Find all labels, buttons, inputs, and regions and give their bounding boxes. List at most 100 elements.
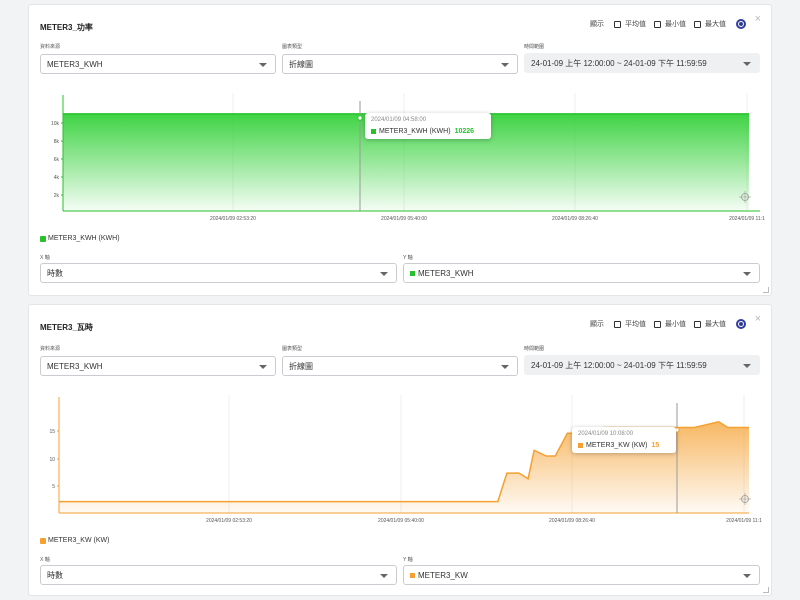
- chart-tooltip: 2024/01/09 10:08:00 METER3_KW (KW) 15: [572, 427, 676, 453]
- avg-label: 平均值: [625, 21, 646, 28]
- checkbox-icon[interactable]: [614, 320, 621, 328]
- x-tick-label: 2024/01/09 08:26:40: [549, 518, 595, 524]
- tooltip-swatch: [578, 443, 583, 448]
- panel-title: METER3_瓦時: [40, 323, 93, 332]
- chart-power[interactable]: 2k4k6k8k10k 2024/01/09 02:53:20 2024/01/0…: [29, 87, 773, 227]
- resize-handle[interactable]: [763, 587, 769, 593]
- source-value: METER3_KWH: [47, 361, 103, 371]
- x-tick-label: 2024/01/09 11:1: [729, 216, 765, 222]
- display-options: 顯示 平均值 最小值 最大值: [590, 319, 746, 329]
- checkbox-icon[interactable]: [654, 20, 661, 28]
- min-label: 最小值: [665, 21, 686, 28]
- legend-label: METER3_KW (KW): [48, 537, 110, 544]
- hover-point: [357, 115, 363, 121]
- legend-label: METER3_KWH (KWH): [48, 235, 120, 242]
- y-tick-label: 10k: [51, 121, 60, 127]
- chart-energy[interactable]: 5 10 15 2024/01/09 02:53:20 2024/01/09 05:4…: [29, 389, 773, 529]
- series-swatch: [410, 572, 415, 578]
- y-axis-value: METER3_KWH: [418, 268, 474, 278]
- max-checkbox[interactable]: 最大值: [694, 319, 726, 329]
- close-icon[interactable]: ×: [755, 14, 761, 25]
- avg-checkbox[interactable]: 平均值: [614, 319, 646, 329]
- x-axis-ticks: 2024/01/09 02:53:20 2024/01/09 05:40:00 20…: [206, 518, 762, 524]
- chevron-down-icon: [380, 272, 388, 276]
- chevron-down-icon: [259, 63, 267, 67]
- y-axis-select[interactable]: METER3_KW: [403, 565, 760, 585]
- checkbox-icon[interactable]: [614, 20, 621, 28]
- y-axis-value: METER3_KW: [418, 570, 468, 580]
- y-tick-label: 15: [49, 429, 55, 435]
- chevron-down-icon: [743, 272, 751, 276]
- checkbox-icon[interactable]: [694, 320, 701, 328]
- y-tick-label: 4k: [54, 175, 60, 181]
- range-label: 時間範圍: [524, 346, 545, 352]
- tooltip-time: 2024/01/09 10:08:00: [578, 431, 634, 437]
- gear-icon[interactable]: [736, 319, 746, 329]
- y-axis-label: Y 軸: [403, 557, 413, 563]
- min-checkbox[interactable]: 最小值: [654, 319, 686, 329]
- x-tick-label: 2024/01/09 05:40:00: [378, 518, 424, 524]
- series-swatch: [410, 270, 415, 276]
- display-label: 顯示: [590, 321, 604, 328]
- checkbox-icon[interactable]: [694, 20, 701, 28]
- tooltip-swatch: [371, 129, 376, 134]
- chevron-down-icon: [380, 574, 388, 578]
- y-axis-label: Y 軸: [403, 255, 413, 261]
- y-axis-ticks: 2k 4k 6k 8k 10k: [51, 121, 63, 199]
- min-checkbox[interactable]: 最小值: [654, 19, 686, 29]
- chevron-down-icon: [743, 62, 751, 66]
- y-axis-ticks: 5 10 15: [49, 429, 59, 490]
- max-label: 最大值: [705, 321, 726, 328]
- avg-checkbox[interactable]: 平均值: [614, 19, 646, 29]
- y-tick-label: 2k: [54, 193, 60, 199]
- x-tick-label: 2024/01/09 02:53:20: [206, 518, 252, 524]
- y-tick-label: 10: [49, 457, 55, 463]
- chart-type-select[interactable]: 折線圖: [282, 54, 518, 74]
- chart-type-value: 折線圖: [289, 361, 313, 371]
- time-range-picker[interactable]: 24-01-09 上午 12:00:00 ~ 24-01-09 下午 11:59…: [524, 53, 760, 73]
- max-checkbox[interactable]: 最大值: [694, 19, 726, 29]
- tooltip-time: 2024/01/09 04:58:00: [371, 117, 427, 123]
- min-label: 最小值: [665, 321, 686, 328]
- x-axis-select[interactable]: 時數: [40, 565, 397, 585]
- y-axis-select[interactable]: METER3_KWH: [403, 263, 760, 283]
- source-label: 資料來源: [40, 44, 61, 50]
- source-label: 資料來源: [40, 346, 61, 352]
- tooltip-value: 15: [651, 442, 660, 449]
- panel-energy: METER3_瓦時 顯示 平均值 最小值 最大值 × 資料來源 METER3_K…: [28, 304, 772, 596]
- avg-label: 平均值: [625, 321, 646, 328]
- chart-legend[interactable]: METER3_KW (KW): [40, 537, 109, 544]
- type-label: 圖表類型: [282, 44, 303, 50]
- close-icon[interactable]: ×: [755, 314, 761, 325]
- checkbox-icon[interactable]: [654, 320, 661, 328]
- chart-legend[interactable]: METER3_KWH (KWH): [40, 235, 120, 242]
- chevron-down-icon: [743, 364, 751, 368]
- max-label: 最大值: [705, 21, 726, 28]
- time-range-picker[interactable]: 24-01-09 上午 12:00:00 ~ 24-01-09 下午 11:59…: [524, 355, 760, 375]
- resize-handle[interactable]: [763, 287, 769, 293]
- chart-tooltip: 2024/01/09 04:58:00 METER3_KWH (KWH) 102…: [365, 113, 491, 139]
- range-label: 時間範圍: [524, 44, 545, 50]
- source-select[interactable]: METER3_KWH: [40, 356, 276, 376]
- x-axis-value: 時數: [47, 268, 63, 278]
- y-tick-label: 6k: [54, 157, 60, 163]
- x-tick-label: 2024/01/09 02:53:20: [210, 216, 256, 222]
- source-select[interactable]: METER3_KWH: [40, 54, 276, 74]
- x-axis-select[interactable]: 時數: [40, 263, 397, 283]
- type-label: 圖表類型: [282, 346, 303, 352]
- chart-type-value: 折線圖: [289, 59, 313, 69]
- tooltip-series: METER3_KW (KW): [586, 442, 648, 449]
- x-axis-value: 時數: [47, 570, 63, 580]
- x-tick-label: 2024/01/09 08:26:40: [552, 216, 598, 222]
- display-label: 顯示: [590, 21, 604, 28]
- x-axis-label: X 軸: [40, 255, 50, 261]
- panel-title: METER3_功率: [40, 23, 93, 32]
- x-tick-label: 2024/01/09 11:1: [726, 518, 762, 524]
- gear-icon[interactable]: [736, 19, 746, 29]
- chart-type-select[interactable]: 折線圖: [282, 356, 518, 376]
- display-options: 顯示 平均值 最小值 最大值: [590, 19, 746, 29]
- legend-swatch: [40, 537, 46, 544]
- chevron-down-icon: [501, 63, 509, 67]
- x-axis-ticks: 2024/01/09 02:53:20 2024/01/09 05:40:00 20…: [210, 216, 765, 222]
- tooltip-value: 10226: [454, 128, 475, 135]
